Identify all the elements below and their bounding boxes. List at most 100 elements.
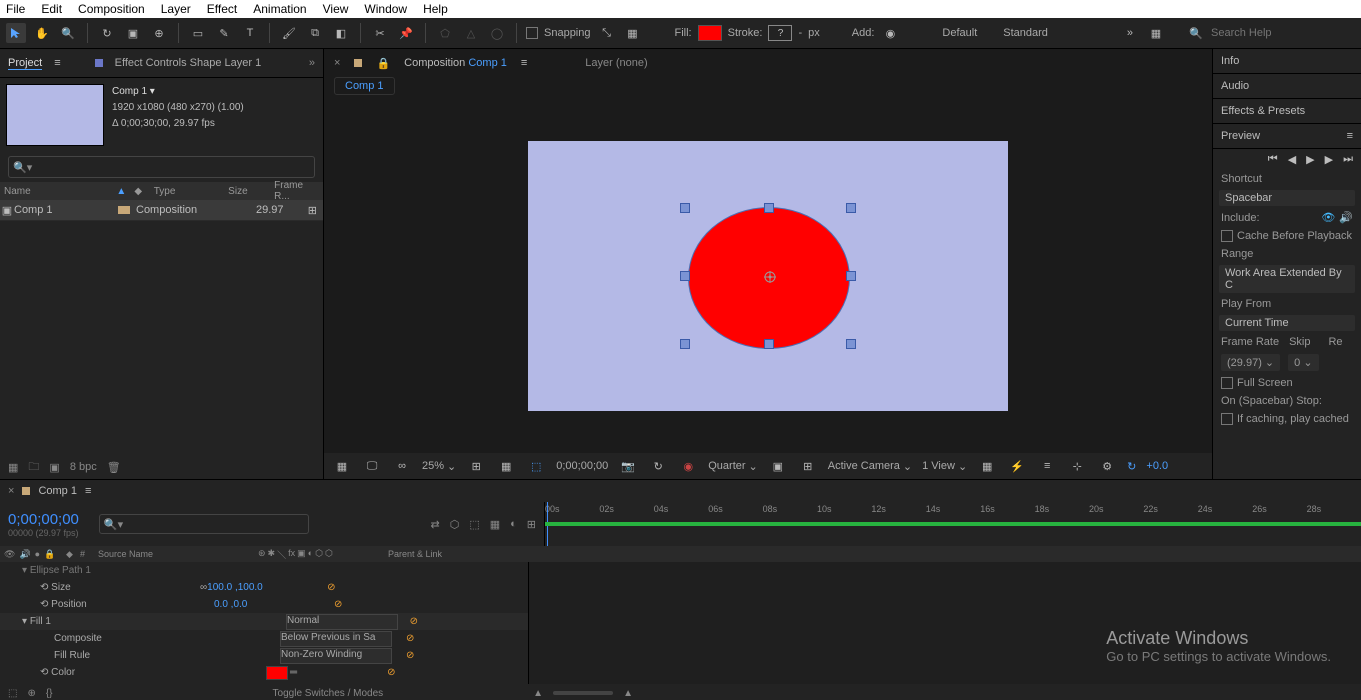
sort-icon[interactable]: ▲ <box>112 186 130 197</box>
interpret-icon[interactable]: ▦ <box>8 461 18 474</box>
res-full-icon[interactable]: ⊞ <box>466 456 486 476</box>
grid-icon[interactable]: ⊞ <box>798 456 818 476</box>
renderer-icon[interactable]: ⚙ <box>1097 456 1117 476</box>
sync-icon[interactable]: ▦ <box>1146 23 1166 43</box>
new-comp-icon[interactable]: ▣ <box>49 461 59 474</box>
col-name[interactable]: Name <box>0 186 112 197</box>
workspace-default[interactable]: Default <box>942 27 977 39</box>
search-help[interactable]: 🔍 <box>1189 26 1355 40</box>
timeline-icon[interactable]: ≡ <box>1037 456 1057 476</box>
handle-tr[interactable] <box>846 203 856 213</box>
preview-menu-icon[interactable]: ≡ <box>1347 130 1353 142</box>
roto-tool-icon[interactable]: ✂ <box>370 23 390 43</box>
zoom-tool-icon[interactable]: 🔍 <box>58 23 78 43</box>
tl-foot-icon1[interactable]: ⬚ <box>8 688 17 699</box>
snapping-checkbox[interactable] <box>526 27 538 39</box>
position-value[interactable]: 0.0 ,0.0 <box>214 599 334 610</box>
menu-composition[interactable]: Composition <box>78 2 145 16</box>
rectangle-tool-icon[interactable]: ▭ <box>188 23 208 43</box>
handle-bl[interactable] <box>680 339 690 349</box>
snapshot-icon[interactable]: 📷 <box>618 456 638 476</box>
handle-ml[interactable] <box>680 271 690 281</box>
pan-behind-tool-icon[interactable]: ⊕ <box>149 23 169 43</box>
solo-icon[interactable]: ● <box>35 549 40 560</box>
shortcut-value[interactable]: Spacebar <box>1219 190 1355 206</box>
flowchart-icon[interactable]: ⊞ <box>308 204 323 217</box>
workspace-standard[interactable]: Standard <box>1003 27 1048 39</box>
snap-opts-icon[interactable]: ⤡ <box>597 23 617 43</box>
info-panel-header[interactable]: Info <box>1213 49 1361 74</box>
effects-panel-header[interactable]: Effects & Presets <box>1213 99 1361 124</box>
fullscreen-checkbox[interactable]: Full Screen <box>1213 374 1361 392</box>
fillrule-select[interactable]: Non-Zero Winding <box>280 648 392 664</box>
handle-br[interactable] <box>846 339 856 349</box>
comp-thumbnail[interactable] <box>6 84 104 146</box>
audio-col-icon[interactable]: 🔊 <box>19 549 30 560</box>
size-value[interactable]: 100.0 ,100.0 <box>207 582 327 593</box>
lock-icon[interactable]: 🔒 <box>376 57 390 70</box>
current-time[interactable]: 0;00;00;00 <box>556 460 608 472</box>
orbit-tool-icon[interactable]: ↻ <box>97 23 117 43</box>
zoom-select[interactable]: 25% ⌄ <box>422 460 456 473</box>
prev-frame-icon[interactable]: ◀ <box>1288 153 1296 166</box>
playfrom-value[interactable]: Current Time <box>1219 315 1355 331</box>
prop-fill[interactable]: ▾ Fill 1 <box>0 616 116 627</box>
zoom-slider[interactable] <box>553 691 613 695</box>
transparency-icon[interactable]: ▦ <box>496 456 516 476</box>
views-select[interactable]: 1 View ⌄ <box>922 460 967 473</box>
timeline-tracks[interactable]: Activate Windows Go to PC settings to ac… <box>528 562 1361 684</box>
fill-label[interactable]: Fill: <box>675 27 692 39</box>
selection-tool-icon[interactable] <box>6 23 26 43</box>
link-icon[interactable]: ⊘ <box>334 599 342 610</box>
stroke-width[interactable]: - <box>798 27 802 39</box>
menu-animation[interactable]: Animation <box>253 2 306 16</box>
snap-grid-icon[interactable]: ▦ <box>623 23 643 43</box>
prop-size[interactable]: ⟲ Size <box>0 582 200 593</box>
puppet-tool-icon[interactable]: 📌 <box>396 23 416 43</box>
pixel-aspect-icon[interactable]: ▦ <box>977 456 997 476</box>
workspace-overflow-icon[interactable]: » <box>1120 23 1140 43</box>
brush-tool-icon[interactable]: 🖌 <box>279 23 299 43</box>
stroke-swatch[interactable]: ? <box>768 25 792 41</box>
comp-subtab[interactable]: Comp 1 <box>334 77 395 95</box>
first-frame-icon[interactable]: ⏮ <box>1268 153 1278 166</box>
tab-effect-controls[interactable]: Effect Controls Shape Layer 1 <box>115 57 262 69</box>
anchor-point-icon[interactable] <box>764 271 774 281</box>
link-icon[interactable]: ⊘ <box>406 650 414 661</box>
bpc-toggle[interactable]: 8 bpc <box>70 461 97 473</box>
viewer[interactable] <box>324 99 1212 453</box>
motion-blur-icon[interactable]: ◐ <box>510 518 517 531</box>
composite-select[interactable]: Below Previous in Sa <box>280 631 392 647</box>
camera-select[interactable]: Active Camera ⌄ <box>828 460 912 473</box>
graph-editor-icon[interactable]: ⊞ <box>527 518 536 531</box>
comp-tab-menu-icon[interactable]: ≡ <box>521 57 527 69</box>
alpha-icon[interactable]: ▦ <box>332 456 352 476</box>
show-snapshot-icon[interactable]: ↻ <box>648 456 668 476</box>
prop-position[interactable]: ⟲ Position <box>0 599 200 610</box>
channel-icon[interactable]: ◉ <box>678 456 698 476</box>
panel-overflow-icon[interactable]: » <box>309 57 315 69</box>
layer-tab[interactable]: Layer (none) <box>585 57 647 69</box>
handle-tc[interactable] <box>764 203 774 213</box>
menu-edit[interactable]: Edit <box>41 2 62 16</box>
current-timecode[interactable]: 0;00;00;00 <box>8 511 79 528</box>
av-icon[interactable]: 👁 <box>4 549 15 560</box>
toggle-switches[interactable]: Toggle Switches / Modes <box>273 688 384 699</box>
hide-shy-icon[interactable]: ⬚ <box>469 518 479 531</box>
comp-name[interactable]: Comp 1 ▾ <box>112 84 244 100</box>
close-tab-icon[interactable]: × <box>334 57 340 69</box>
col-type[interactable]: Type <box>150 186 224 197</box>
pen-tool-icon[interactable]: ✎ <box>214 23 234 43</box>
cache-checkbox[interactable]: Cache Before Playback <box>1213 227 1361 245</box>
next-frame-icon[interactable]: ▶ <box>1325 153 1333 166</box>
trash-icon[interactable]: 🗑 <box>107 461 121 474</box>
handle-bc[interactable] <box>764 339 774 349</box>
zoom-in-icon[interactable]: ▲ <box>623 688 633 699</box>
lock-col-icon[interactable]: 🔒 <box>44 549 55 560</box>
prop-composite[interactable]: Composite <box>0 633 214 644</box>
tl-tab-menu-icon[interactable]: ≡ <box>85 485 91 497</box>
col-framerate[interactable]: Frame R... <box>270 180 323 202</box>
add-menu-icon[interactable]: ◉ <box>880 23 900 43</box>
tab-project[interactable]: Project <box>8 57 42 70</box>
handle-mr[interactable] <box>846 271 856 281</box>
